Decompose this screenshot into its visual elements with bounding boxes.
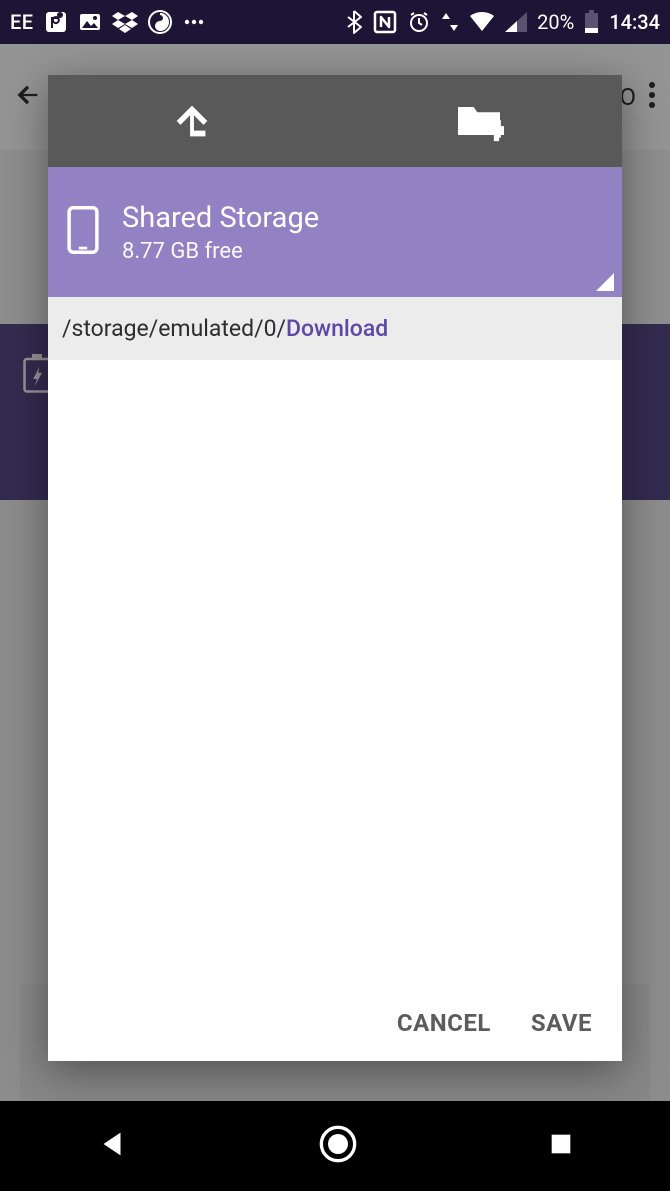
- nav-recent-button[interactable]: [547, 1130, 575, 1162]
- nfc-icon: [373, 10, 397, 34]
- nav-back-button[interactable]: [95, 1127, 129, 1165]
- new-folder-button[interactable]: [335, 75, 622, 167]
- bluetooth-icon: [345, 10, 363, 34]
- dropbox-icon: [112, 10, 138, 34]
- torrent-icon: [148, 10, 172, 34]
- breadcrumb[interactable]: /storage/emulated/0/Download: [48, 297, 622, 360]
- path-prefix: /storage/emulated/0/: [62, 315, 286, 342]
- more-icon: [182, 10, 206, 34]
- alarm-icon: [407, 10, 431, 34]
- status-bar: EE: [0, 0, 670, 44]
- wifi-icon: [469, 12, 495, 32]
- dialog-actions: CANCEL SAVE: [48, 991, 622, 1061]
- signal-icon: [505, 12, 527, 32]
- go-up-button[interactable]: [48, 75, 335, 167]
- dialog-toolbar: [48, 75, 622, 167]
- storage-subtitle: 8.77 GB free: [122, 239, 319, 264]
- battery-percent: 20%: [537, 10, 574, 34]
- status-right: 20% 14:34: [345, 10, 660, 34]
- storage-title: Shared Storage: [122, 201, 319, 235]
- dropdown-indicator-icon: [596, 273, 614, 291]
- transfer-icon: [441, 10, 459, 34]
- cancel-button[interactable]: CANCEL: [397, 1009, 491, 1037]
- storage-selector[interactable]: Shared Storage 8.77 GB free: [48, 167, 622, 297]
- storage-texts: Shared Storage 8.77 GB free: [122, 201, 319, 264]
- system-navbar: [0, 1101, 670, 1191]
- phone-icon: [66, 205, 100, 259]
- battery-icon: [584, 10, 599, 34]
- maps-icon: [44, 10, 68, 34]
- clock: 14:34: [609, 10, 660, 34]
- file-list[interactable]: [48, 360, 622, 991]
- status-left: EE: [10, 10, 206, 34]
- gallery-icon: [78, 10, 102, 34]
- folder-picker-dialog: Shared Storage 8.77 GB free /storage/emu…: [48, 75, 622, 1061]
- save-button[interactable]: SAVE: [531, 1009, 592, 1037]
- path-current: Download: [286, 315, 388, 342]
- carrier-label: EE: [10, 10, 34, 34]
- nav-home-button[interactable]: [318, 1124, 358, 1168]
